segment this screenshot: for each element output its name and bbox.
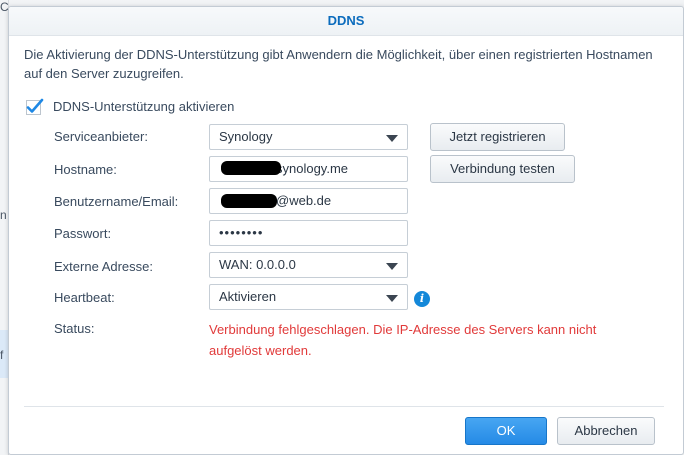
heartbeat-label: Heartbeat: xyxy=(54,290,115,305)
redaction-mark xyxy=(221,161,281,175)
provider-value: Synology xyxy=(219,129,273,144)
external-address-select[interactable]: WAN: 0.0.0.0 xyxy=(209,252,408,278)
test-connection-button[interactable]: Verbindung testen xyxy=(430,155,575,183)
username-value: @web.de xyxy=(276,193,332,208)
status-message: Verbindung fehlgeschlagen. Die IP-Adress… xyxy=(209,322,597,358)
provider-label: Serviceanbieter: xyxy=(54,129,148,144)
external-address-label: Externe Adresse: xyxy=(54,259,153,274)
username-label: Benutzername/Email: xyxy=(54,194,179,209)
password-label: Passwort: xyxy=(54,226,112,241)
check-icon xyxy=(26,98,44,115)
register-button[interactable]: Jetzt registrieren xyxy=(430,123,565,151)
status-label: Status: xyxy=(54,321,95,336)
heartbeat-select[interactable]: Aktivieren xyxy=(209,284,408,310)
chevron-down-icon xyxy=(386,295,398,302)
hostname-label: Hostname: xyxy=(54,162,117,177)
password-value: •••••••• xyxy=(219,225,264,240)
ddns-dialog: DDNS Die Aktivierung der DDNS-Unterstütz… xyxy=(8,6,684,455)
info-icon[interactable]: i xyxy=(414,291,430,307)
ok-button[interactable]: OK xyxy=(465,417,547,445)
chevron-down-icon xyxy=(386,263,398,270)
chevron-down-icon xyxy=(386,135,398,142)
intro-text: Die Aktivierung der DDNS-Unterstützung g… xyxy=(24,47,653,81)
dialog-title: DDNS xyxy=(9,7,683,36)
redaction-mark xyxy=(221,194,277,208)
enable-ddns-checkbox[interactable] xyxy=(26,98,44,115)
cancel-button[interactable]: Abbrechen xyxy=(557,417,655,445)
background-text-fragment: n xyxy=(0,208,7,222)
background-text-fragment: f xyxy=(0,348,4,362)
hostname-value: synology.me xyxy=(276,161,349,176)
provider-select[interactable]: Synology xyxy=(209,124,408,150)
heartbeat-value: Aktivieren xyxy=(219,289,277,304)
external-address-value: WAN: 0.0.0.0 xyxy=(219,257,296,272)
enable-ddns-row[interactable]: DDNS-Unterstützung aktivieren xyxy=(26,96,234,116)
enable-ddns-label: DDNS-Unterstützung aktivieren xyxy=(53,98,235,114)
footer-divider xyxy=(24,406,664,407)
password-input[interactable]: •••••••• xyxy=(209,220,408,246)
